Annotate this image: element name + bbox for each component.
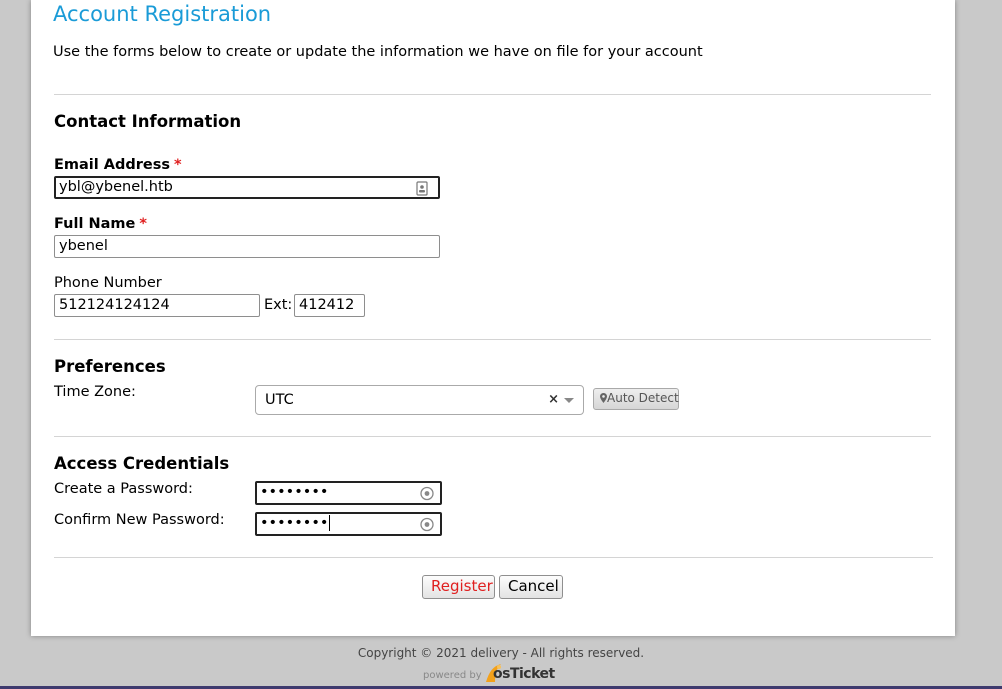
osticket-brand[interactable]: osTicket	[493, 666, 555, 682]
cancel-button[interactable]: Cancel	[499, 575, 563, 599]
timezone-value: UTC	[265, 392, 294, 408]
confirm-password-field[interactable]: ••••••••	[255, 512, 442, 536]
page-intro: Use the forms below to create or update …	[53, 44, 703, 60]
divider	[54, 436, 931, 437]
password-value: ••••••••	[260, 484, 329, 500]
clear-selection-icon[interactable]: ×	[548, 386, 559, 414]
divider	[54, 557, 933, 558]
preferences-heading: Preferences	[54, 357, 166, 376]
timezone-label: Time Zone:	[54, 384, 136, 400]
powered-by-text: powered by	[423, 670, 482, 681]
contact-heading: Contact Information	[54, 112, 242, 131]
copyright-text: Copyright © 2021 delivery - All rights r…	[357, 646, 645, 660]
page-title: Account Registration	[53, 2, 272, 26]
registration-panel	[31, 0, 955, 636]
fullname-label: Full Name *	[54, 216, 147, 232]
timezone-select[interactable]: UTC ×	[255, 385, 584, 415]
auto-detect-button[interactable]: Auto Detect	[593, 388, 679, 410]
divider	[54, 94, 931, 95]
auto-detect-label: Auto Detect	[607, 391, 679, 405]
email-field[interactable]: ybl@ybenel.htb	[54, 176, 440, 199]
email-label: Email Address *	[54, 157, 182, 173]
confirm-password-label: Confirm New Password:	[54, 512, 225, 528]
required-mark: *	[174, 157, 182, 173]
fullname-field[interactable]: ybenel	[54, 235, 440, 258]
contact-card-icon[interactable]	[415, 181, 429, 196]
register-button[interactable]: Register	[422, 575, 495, 599]
password-field[interactable]: ••••••••	[255, 481, 442, 505]
divider	[54, 339, 931, 340]
text-cursor	[329, 515, 331, 531]
chevron-down-icon[interactable]	[564, 398, 574, 403]
password-reveal-icon[interactable]	[420, 517, 434, 532]
credentials-heading: Access Credentials	[54, 454, 230, 473]
map-pin-icon	[600, 393, 607, 403]
phone-label: Phone Number	[54, 275, 162, 291]
confirm-password-value: ••••••••	[260, 515, 329, 531]
phone-field[interactable]: 512124124124	[54, 294, 260, 317]
ext-field[interactable]: 412412	[294, 294, 365, 317]
email-value: ybl@ybenel.htb	[59, 179, 173, 195]
ext-label: Ext:	[264, 297, 293, 313]
required-mark: *	[139, 216, 147, 232]
password-label: Create a Password:	[54, 481, 193, 497]
password-reveal-icon[interactable]	[420, 486, 434, 501]
